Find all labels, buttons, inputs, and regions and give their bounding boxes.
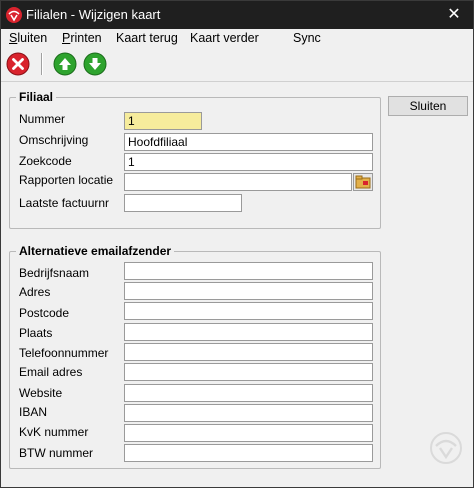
rapporten-locatie-label: Rapporten locatie [19,173,114,187]
nummer-label: Nummer [19,112,66,126]
close-red-icon[interactable] [6,52,30,76]
menu-printen-label: rinten [70,31,102,45]
omschrijving-field[interactable]: Hoofdfiliaal [124,133,373,151]
btw-nummer-field[interactable] [124,444,373,462]
menu-sluiten[interactable]: Sluiten [9,31,47,45]
arrow-up-green-icon[interactable] [53,52,77,76]
menu-printen[interactable]: Printen [62,31,102,45]
iban-label: IBAN [19,405,48,419]
zoekcode-field[interactable]: 1 [124,153,373,171]
title-bar: Filialen - Wijzigen kaart ✕ [1,1,473,29]
website-label: Website [19,386,63,400]
plaats-field[interactable] [124,323,373,341]
email-adres-label: Email adres [19,365,83,379]
menu-kaart-terug[interactable]: Kaart terug [116,31,178,45]
btw-nummer-label: BTW nummer [19,446,94,460]
window-title: Filialen - Wijzigen kaart [26,7,161,22]
omschrijving-label: Omschrijving [19,133,89,147]
telefoonnummer-field[interactable] [124,343,373,361]
filiaal-legend: Filiaal [16,90,57,104]
menu-bar: Sluiten Printen Kaart terug Kaart verder… [1,29,473,49]
arrow-down-green-icon[interactable] [83,52,107,76]
iban-field[interactable] [124,404,373,422]
laatste-factuurnr-field[interactable] [124,194,242,212]
telefoonnummer-label: Telefoonnummer [19,346,109,360]
email-sender-group: Alternatieve emailafzender Bedrijfsnaam … [9,244,381,469]
postcode-label: Postcode [19,306,70,320]
email-adres-field[interactable] [124,363,373,381]
menu-sync[interactable]: Sync [293,31,321,45]
adres-field[interactable] [124,282,373,300]
kvk-nummer-field[interactable] [124,424,373,442]
toolbar [1,49,473,79]
toolbar-divider [1,81,473,82]
plaats-label: Plaats [19,326,53,340]
laatste-factuurnr-label: Laatste factuurnr [19,196,110,210]
rapporten-locatie-field[interactable] [124,173,352,191]
zoekcode-label: Zoekcode [19,154,72,168]
menu-kaart-verder[interactable]: Kaart verder [190,31,259,45]
watermark-logo-icon [430,432,462,464]
adres-label: Adres [19,285,51,299]
sluiten-button[interactable]: Sluiten [388,96,468,116]
bedrijfsnaam-field[interactable] [124,262,373,280]
filiaal-group: Filiaal Nummer 1 Omschrijving Hoofdfilia… [9,90,381,229]
folder-browse-button[interactable] [353,173,373,191]
app-logo-icon [6,7,22,23]
website-field[interactable] [124,384,373,402]
nummer-field[interactable]: 1 [124,112,202,130]
window-close-button[interactable]: ✕ [441,5,467,25]
folder-icon [355,175,371,189]
postcode-field[interactable] [124,302,373,320]
email-sender-legend: Alternatieve emailafzender [16,244,175,258]
toolbar-separator [41,53,43,75]
window: Filialen - Wijzigen kaart ✕ Sluiten Prin… [0,0,474,488]
menu-sluiten-label: luiten [17,31,48,45]
bedrijfsnaam-label: Bedrijfsnaam [19,266,90,280]
kvk-nummer-label: KvK nummer [19,425,89,439]
